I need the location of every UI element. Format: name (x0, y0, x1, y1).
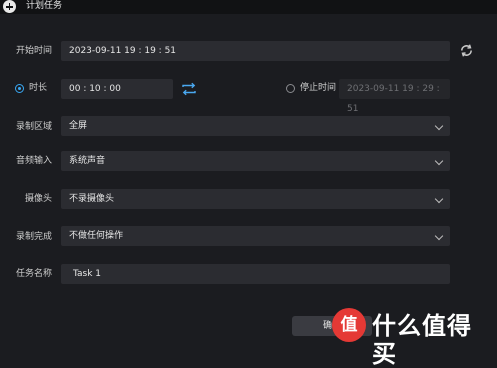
watermark-text: 什么值得买 (372, 312, 472, 368)
watermark: 值 什么值得买 (332, 306, 492, 368)
plus-circle-icon[interactable] (3, 0, 16, 13)
start-time-value: 2023-09-11 19 : 19 : 51 (69, 46, 177, 56)
chevron-down-icon (434, 194, 444, 204)
record-area-label: 录制区域 (15, 122, 52, 132)
camera-label: 摄像头 (24, 194, 52, 204)
audio-input-value: 系统声音 (69, 156, 106, 166)
duration-label: 时长 (29, 83, 48, 93)
duration-radio[interactable] (15, 84, 24, 93)
watermark-logo-text: 值 (340, 315, 358, 335)
record-area-select[interactable]: 全屏 (61, 116, 450, 136)
task-name-value: Task 1 (73, 269, 102, 279)
duration-field[interactable]: 00 : 10 : 00 (61, 79, 173, 99)
on-complete-select[interactable]: 不做任何操作 (61, 226, 450, 246)
chevron-down-icon (434, 231, 444, 241)
on-complete-value: 不做任何操作 (69, 231, 124, 241)
watermark-logo: 值 (332, 308, 366, 342)
refresh-icon[interactable] (459, 43, 474, 58)
chevron-down-icon (434, 121, 444, 131)
camera-value: 不录摄像头 (69, 194, 115, 204)
audio-input-select[interactable]: 系统声音 (61, 151, 450, 171)
title-bar: 计划任务 (0, 0, 497, 14)
stop-time-value: 2023-09-11 19 : 29 : 51 (347, 84, 440, 114)
chevron-down-icon (434, 156, 444, 166)
swap-icon[interactable] (181, 82, 197, 96)
stop-time-radio[interactable] (286, 84, 295, 93)
window-title: 计划任务 (26, 1, 63, 11)
camera-select[interactable]: 不录摄像头 (61, 189, 450, 209)
task-name-label: 任务名称 (15, 269, 52, 279)
start-time-field[interactable]: 2023-09-11 19 : 19 : 51 (61, 41, 450, 61)
task-name-input[interactable]: Task 1 (61, 264, 450, 284)
on-complete-label: 录制完成 (15, 232, 52, 242)
start-time-label: 开始时间 (15, 46, 52, 56)
duration-value: 00 : 10 : 00 (69, 84, 121, 94)
stop-time-label: 停止时间 (300, 83, 337, 93)
stop-time-field[interactable]: 2023-09-11 19 : 29 : 51 (339, 79, 450, 114)
record-area-value: 全屏 (69, 121, 88, 131)
audio-input-label: 音频输入 (15, 156, 52, 166)
